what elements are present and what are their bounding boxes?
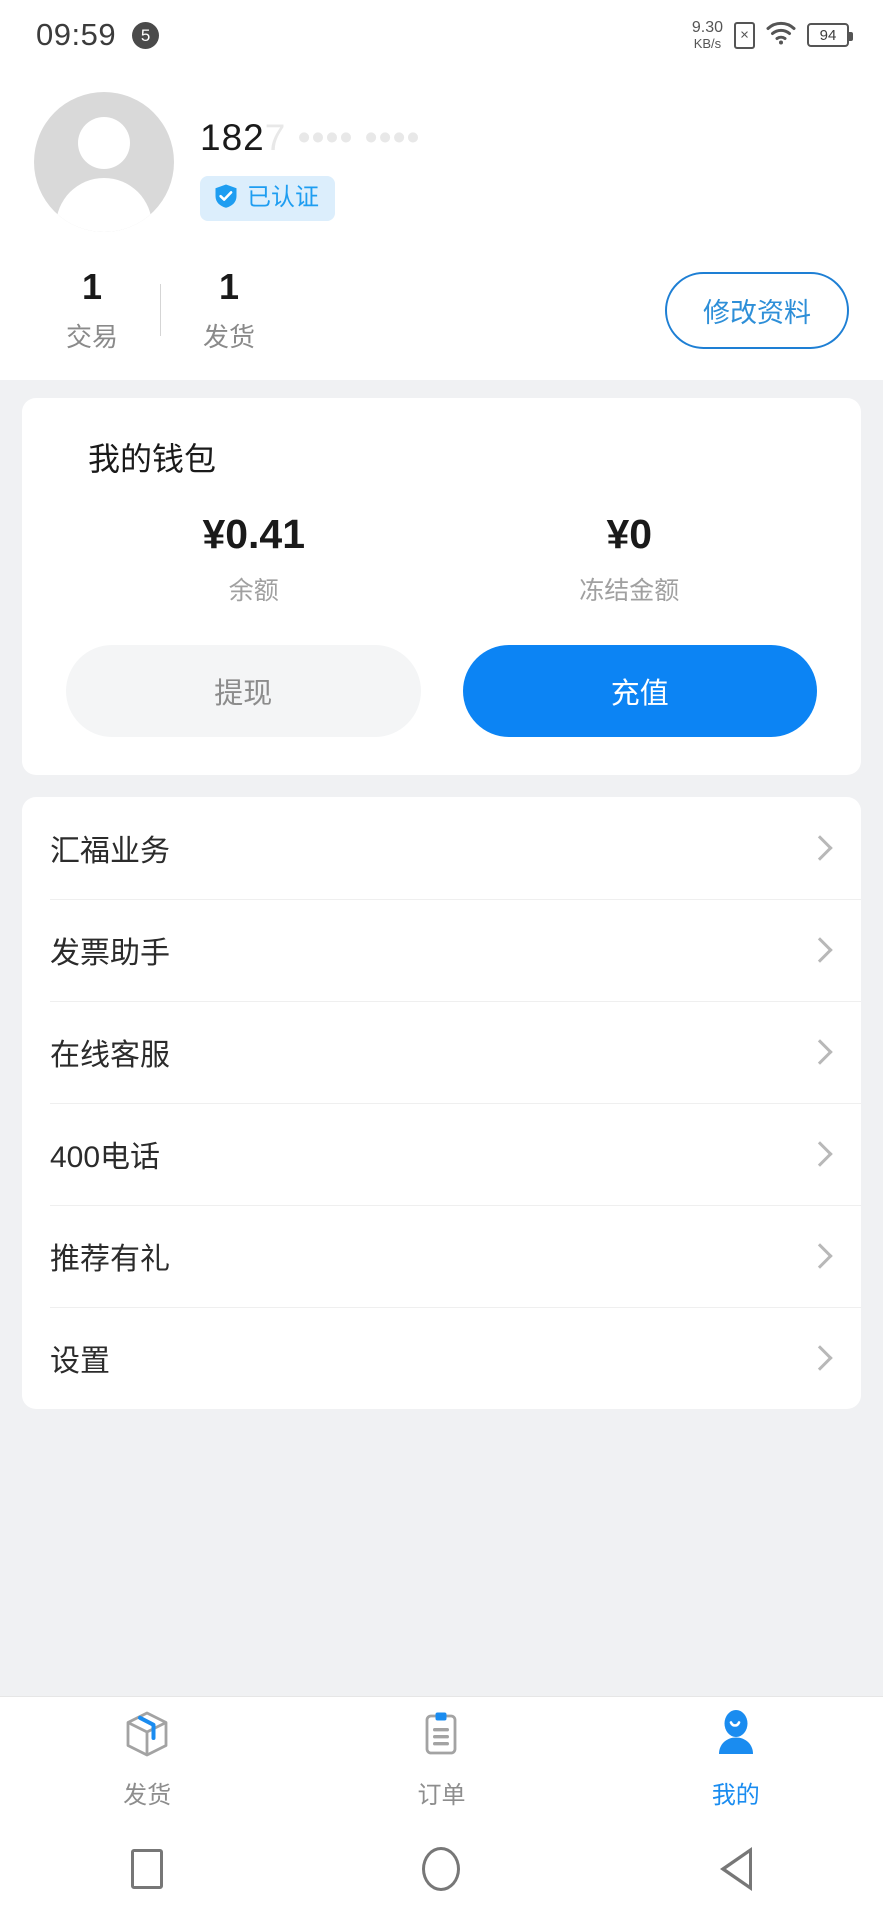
chevron-right-icon — [807, 835, 833, 862]
avatar-body-shape — [56, 178, 152, 232]
username-masked-part: 7 •••• •••• — [264, 117, 421, 158]
topup-button[interactable]: 充值 — [462, 645, 817, 738]
tab-orders[interactable]: 订单 — [294, 1707, 588, 1810]
user-person-icon — [709, 1707, 763, 1766]
wallet-frozen-label: 冻结金额 — [579, 577, 680, 606]
chevron-right-icon — [807, 1243, 833, 1270]
recents-button[interactable] — [0, 1848, 294, 1889]
menu-item-label: 400电话 — [50, 1141, 161, 1175]
package-box-icon — [120, 1707, 174, 1766]
home-button[interactable] — [294, 1846, 588, 1891]
back-button[interactable] — [589, 1846, 883, 1891]
back-triangle-icon — [719, 1846, 752, 1891]
android-nav-bar — [0, 1820, 883, 1917]
menu-item-invoice-assistant[interactable]: 发票助手 — [22, 899, 861, 1001]
chevron-right-icon — [807, 1039, 833, 1066]
shield-check-icon — [213, 183, 239, 214]
username-visible-part: 182 — [200, 117, 265, 158]
home-circle-icon — [422, 1846, 461, 1891]
wallet-title: 我的钱包 — [88, 441, 217, 478]
wallet-amounts-row: ¥0.41 余额 ¥0 冻结金额 — [66, 512, 817, 607]
status-bar-left: 09:59 5 — [36, 17, 160, 53]
wallet-actions-row: 提现 充值 — [66, 645, 817, 738]
status-bar-right: 9.30 KB/s 94 — [691, 18, 853, 51]
battery-icon: 94 — [807, 23, 853, 47]
battery-level-label: 94 — [819, 26, 837, 44]
tab-shipping[interactable]: 发货 — [0, 1707, 294, 1810]
menu-item-400-hotline[interactable]: 400电话 — [22, 1103, 861, 1205]
edit-profile-button[interactable]: 修改资料 — [665, 271, 849, 349]
chevron-right-icon — [807, 1141, 833, 1168]
profile-info: 1827 •••• •••• 已认证 — [200, 92, 421, 221]
stat-transactions[interactable]: 1 交易 — [34, 266, 150, 354]
status-bar: 09:59 5 9.30 KB/s 94 — [0, 0, 883, 70]
stat-shipments-label: 发货 — [202, 322, 255, 353]
network-speed-unit: KB/s — [693, 35, 722, 51]
avatar[interactable] — [34, 92, 174, 232]
menu-list: 汇福业务 发票助手 在线客服 400电话 推荐有礼 设置 — [22, 797, 861, 1410]
menu-item-huifu-business[interactable]: 汇福业务 — [22, 797, 861, 899]
profile-header: 1827 •••• •••• 已认证 1 交易 1 发货 修改资料 — [0, 70, 883, 381]
wallet-frozen: ¥0 冻结金额 — [442, 512, 818, 607]
profile-identity-row: 1827 •••• •••• 已认证 — [34, 92, 849, 232]
wifi-icon — [766, 21, 796, 50]
menu-item-label: 汇福业务 — [50, 835, 170, 869]
tab-orders-label: 订单 — [417, 1782, 466, 1809]
wallet-balance: ¥0.41 余额 — [66, 512, 442, 607]
profile-stats-row: 1 交易 1 发货 修改资料 — [34, 266, 849, 354]
menu-item-online-support[interactable]: 在线客服 — [22, 1001, 861, 1103]
menu-item-label: 推荐有礼 — [50, 1243, 170, 1277]
username: 1827 •••• •••• — [200, 117, 421, 159]
avatar-head-shape — [78, 117, 130, 169]
menu-item-label: 在线客服 — [50, 1039, 170, 1073]
status-badge: 已认证 — [200, 175, 335, 221]
wallet-balance-amount: ¥0.41 — [202, 511, 306, 558]
menu-item-label: 发票助手 — [50, 937, 170, 971]
main-content: 我的钱包 ¥0.41 余额 ¥0 冻结金额 提现 充值 汇福业务 发票助手 在线… — [0, 380, 883, 1696]
tab-profile[interactable]: 我的 — [589, 1707, 883, 1810]
alarm-icon: 5 — [132, 21, 160, 49]
network-speed-value: 9.30 — [691, 18, 723, 36]
chevron-right-icon — [807, 1345, 833, 1372]
status-badge-label: 已认证 — [247, 184, 319, 212]
recents-square-icon — [131, 1848, 164, 1889]
menu-item-settings[interactable]: 设置 — [22, 1307, 861, 1409]
tab-shipping-label: 发货 — [123, 1782, 172, 1809]
app-root: 09:59 5 9.30 KB/s 94 — [0, 0, 883, 1917]
stat-transactions-value: 1 — [81, 266, 103, 307]
wallet-card: 我的钱包 ¥0.41 余额 ¥0 冻结金额 提现 充值 — [22, 398, 861, 776]
withdraw-button[interactable]: 提现 — [66, 645, 421, 738]
stats-divider — [160, 284, 161, 337]
tab-profile-label: 我的 — [711, 1782, 760, 1809]
stat-shipments[interactable]: 1 发货 — [171, 266, 287, 354]
stat-transactions-label: 交易 — [65, 322, 118, 353]
sim-no-service-icon — [734, 21, 755, 49]
network-speed-indicator: 9.30 KB/s — [691, 18, 723, 51]
chevron-right-icon — [807, 937, 833, 964]
wallet-balance-label: 余额 — [228, 577, 279, 606]
bottom-tab-bar: 发货 订单 我的 — [0, 1696, 883, 1820]
wallet-frozen-amount: ¥0 — [606, 511, 653, 558]
menu-item-referral-rewards[interactable]: 推荐有礼 — [22, 1205, 861, 1307]
status-clock: 09:59 — [36, 17, 117, 52]
stat-shipments-value: 1 — [218, 266, 240, 307]
menu-item-label: 设置 — [50, 1345, 110, 1379]
clipboard-list-icon — [414, 1707, 468, 1766]
